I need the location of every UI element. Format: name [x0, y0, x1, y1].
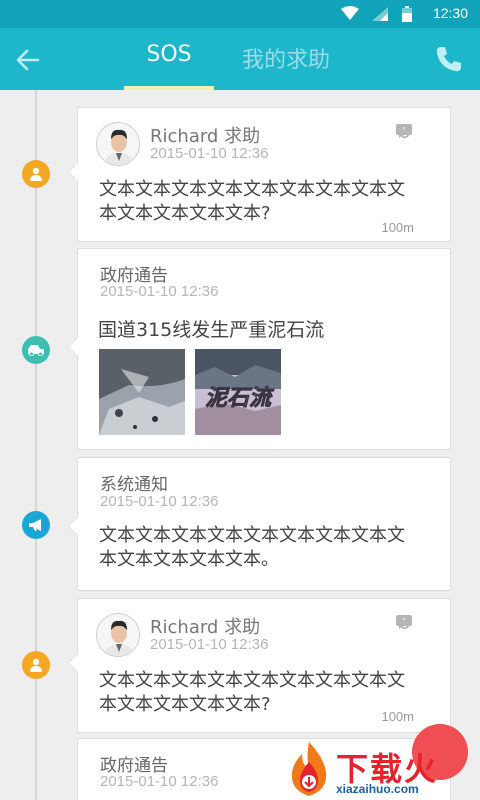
- person-icon: [30, 167, 42, 181]
- avatar[interactable]: [96, 613, 140, 657]
- post-date: 2015-01-10 12:36: [150, 636, 269, 653]
- help-request-card[interactable]: Richard 求助 2015-01-10 12:36 6 " 文本文本文本文本…: [68, 598, 451, 733]
- svg-text:": ": [402, 617, 405, 625]
- flame-icon: [291, 742, 327, 796]
- post-date: 2015-01-10 12:36: [100, 493, 219, 510]
- timeline-node-person: [22, 651, 50, 679]
- post-text: 文本文本文本文本文本文本文本文本文本文本文本文本文本?: [99, 179, 405, 224]
- avatar[interactable]: [96, 122, 140, 166]
- tab-my-requests-label: 我的求助: [241, 48, 330, 73]
- comment-bubble-icon[interactable]: ": [396, 615, 412, 629]
- wifi-icon: [341, 6, 359, 20]
- car-icon: [28, 345, 44, 356]
- megaphone-icon: [29, 519, 41, 531]
- person-icon: [30, 658, 42, 672]
- timeline-node-megaphone: [22, 511, 50, 539]
- battery-icon: [402, 6, 412, 22]
- svg-text:": ": [402, 126, 405, 134]
- phone-icon[interactable]: [434, 44, 464, 74]
- signal-icon: [372, 7, 388, 21]
- gov-notice-card[interactable]: 政府通告 2015-01-10 12:36 国道315线发生严重泥石流 泥石流: [68, 248, 451, 450]
- clock-time: 12:30: [432, 5, 468, 21]
- timeline-node-car: [22, 336, 50, 364]
- photo-caption: 泥石流: [205, 385, 275, 411]
- timeline-node-person: [22, 160, 50, 188]
- system-notice-card[interactable]: 系统通知 2015-01-10 12:36 文本文本文本文本文本文本文本文本文本…: [68, 457, 451, 591]
- distance: 100m: [381, 220, 414, 235]
- distance: 100m: [381, 709, 414, 724]
- watermark-logo: 下载火 xiazaihuo.com: [284, 738, 480, 800]
- mudslide-photo[interactable]: 泥石流: [195, 349, 281, 435]
- notice-text: 文本文本文本文本文本文本文本文本文本文本文本文本文本。: [99, 525, 405, 570]
- help-request-card[interactable]: Richard 求助 2015-01-10 12:36 6 " 文本文本文本文本…: [68, 107, 451, 242]
- post-date: 2015-01-10 12:36: [150, 145, 269, 162]
- arrow-left-icon[interactable]: [14, 46, 42, 74]
- tab-sos-label: SOS: [146, 42, 192, 67]
- notice-headline: 国道315线发生严重泥石流: [98, 319, 325, 341]
- post-text: 文本文本文本文本文本文本文本文本文本文本文本文本文本?: [99, 670, 405, 715]
- rockslide-photo[interactable]: [99, 349, 185, 435]
- tab-my-requests[interactable]: 我的求助: [228, 42, 344, 90]
- notice-source: 系统通知: [100, 475, 168, 495]
- watermark-url: xiazaihuo.com: [336, 782, 419, 796]
- tab-sos[interactable]: SOS: [124, 42, 214, 90]
- status-bar: 12:30: [0, 0, 480, 28]
- comment-bubble-icon[interactable]: ": [396, 124, 412, 138]
- post-date: 2015-01-10 12:36: [100, 773, 219, 790]
- post-date: 2015-01-10 12:36: [100, 283, 219, 300]
- active-tab-indicator: [124, 86, 214, 90]
- timeline-line: [35, 90, 37, 800]
- app-bar: SOS 我的求助: [0, 28, 480, 90]
